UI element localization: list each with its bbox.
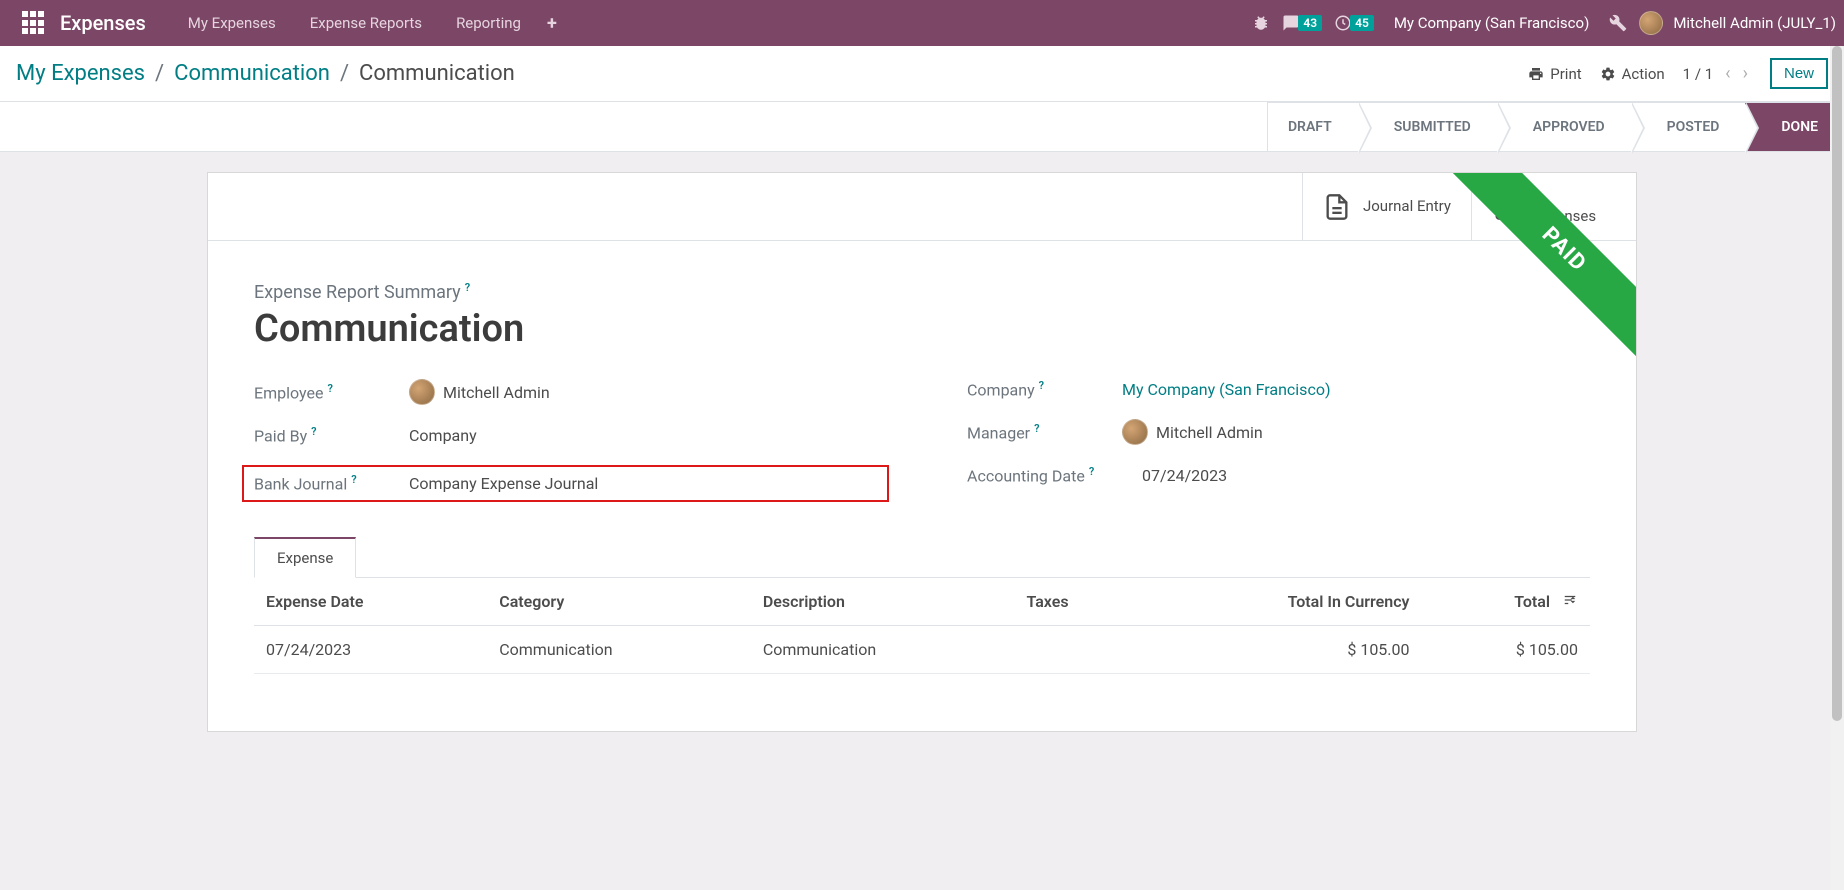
highlight-bank-journal: Bank Journal? Company Expense Journal <box>242 465 889 501</box>
value-bank-journal: Company Expense Journal <box>409 474 598 493</box>
breadcrumb-my-expenses[interactable]: My Expenses <box>16 61 145 86</box>
status-approved[interactable]: APPROVED <box>1497 102 1631 152</box>
help-icon[interactable]: ? <box>327 382 332 395</box>
tools-icon[interactable] <box>1609 14 1627 32</box>
help-icon[interactable]: ? <box>1039 379 1044 392</box>
help-icon[interactable]: ? <box>1034 422 1039 435</box>
activities-icon[interactable]: 45 <box>1334 14 1374 32</box>
print-button[interactable]: Print <box>1528 65 1581 83</box>
th-taxes[interactable]: Taxes <box>1014 578 1141 626</box>
th-total[interactable]: Total <box>1422 578 1591 626</box>
nav-menu: My Expenses Expense Reports Reporting <box>174 6 535 40</box>
avatar-icon <box>1122 419 1148 445</box>
status-posted[interactable]: POSTED <box>1631 102 1746 152</box>
help-icon[interactable]: ? <box>351 473 356 486</box>
nav-item-expense-reports[interactable]: Expense Reports <box>296 6 436 40</box>
help-icon[interactable]: ? <box>311 425 316 438</box>
status-submitted[interactable]: SUBMITTED <box>1358 102 1497 152</box>
avatar-icon <box>1639 11 1663 35</box>
nav-item-my-expenses[interactable]: My Expenses <box>174 6 290 40</box>
label-bank-journal: Bank Journal? <box>254 473 409 493</box>
value-company[interactable]: My Company (San Francisco) <box>1122 380 1331 399</box>
record-title: Communication <box>254 307 1590 351</box>
nav-item-reporting[interactable]: Reporting <box>442 6 535 40</box>
top-nav: Expenses My Expenses Expense Reports Rep… <box>0 0 1844 46</box>
pager-value[interactable]: 1 / 1 <box>1683 65 1714 83</box>
cell-total: $ 105.00 <box>1422 625 1591 673</box>
th-description[interactable]: Description <box>751 578 1015 626</box>
value-paid-by: Company <box>409 426 477 445</box>
help-icon[interactable]: ? <box>465 281 470 294</box>
label-company: Company? <box>967 379 1122 399</box>
summary-label: Expense Report Summary? <box>254 281 1590 303</box>
document-icon <box>1323 191 1351 223</box>
avatar-icon <box>409 379 435 405</box>
pager: 1 / 1 ‹ › <box>1683 63 1752 84</box>
label-employee: Employee? <box>254 382 409 402</box>
label-manager: Manager? <box>967 422 1122 442</box>
stat-journal-entry[interactable]: Journal Entry <box>1302 173 1471 240</box>
tabs: Expense <box>254 536 1590 578</box>
user-menu[interactable]: Mitchell Admin (JULY_1) <box>1639 11 1836 35</box>
scrollbar-thumb[interactable] <box>1832 46 1842 721</box>
tab-expense[interactable]: Expense <box>254 537 356 578</box>
th-category[interactable]: Category <box>487 578 751 626</box>
status-bar: DRAFT SUBMITTED APPROVED POSTED DONE <box>0 102 1844 152</box>
debug-icon[interactable] <box>1252 14 1270 32</box>
control-panel: My Expenses / Communication / Communicat… <box>0 46 1844 102</box>
pager-next-icon[interactable]: › <box>1739 63 1752 84</box>
status-draft[interactable]: DRAFT <box>1267 102 1358 152</box>
activities-badge: 45 <box>1350 15 1374 31</box>
messages-badge: 43 <box>1298 15 1322 31</box>
label-paid-by: Paid By? <box>254 425 409 445</box>
table-row[interactable]: 07/24/2023 Communication Communication $… <box>254 625 1590 673</box>
value-manager: Mitchell Admin <box>1122 419 1263 445</box>
breadcrumb: My Expenses / Communication / Communicat… <box>16 61 515 86</box>
gear-icon <box>1600 66 1616 82</box>
user-name: Mitchell Admin (JULY_1) <box>1673 14 1836 32</box>
company-selector[interactable]: My Company (San Francisco) <box>1394 14 1589 32</box>
value-accounting-date: 07/24/2023 <box>1142 466 1227 485</box>
breadcrumb-communication[interactable]: Communication <box>174 61 330 86</box>
help-icon[interactable]: ? <box>1089 465 1094 478</box>
app-brand[interactable]: Expenses <box>60 11 146 35</box>
apps-icon[interactable] <box>22 11 46 35</box>
expense-table: Expense Date Category Description Taxes … <box>254 578 1590 674</box>
form-sheet: Journal Entry 1 Expenses PAID Expense Re… <box>207 172 1637 732</box>
cell-category: Communication <box>487 625 751 673</box>
breadcrumb-active: Communication <box>359 61 515 86</box>
stat-buttons: Journal Entry 1 Expenses <box>208 173 1636 241</box>
cell-total-currency: $ 105.00 <box>1141 625 1421 673</box>
print-icon <box>1528 66 1544 82</box>
scrollbar[interactable] <box>1830 46 1844 890</box>
label-accounting-date: Accounting Date? <box>967 465 1142 485</box>
new-button[interactable]: New <box>1770 58 1828 89</box>
cell-taxes <box>1014 625 1141 673</box>
cell-date: 07/24/2023 <box>254 625 487 673</box>
th-date[interactable]: Expense Date <box>254 578 487 626</box>
nav-add-icon[interactable]: + <box>535 5 569 42</box>
pager-prev-icon[interactable]: ‹ <box>1721 63 1734 84</box>
messages-icon[interactable]: 43 <box>1282 14 1322 32</box>
options-icon[interactable] <box>1562 592 1578 611</box>
th-total-currency[interactable]: Total In Currency <box>1141 578 1421 626</box>
cell-description: Communication <box>751 625 1015 673</box>
action-button[interactable]: Action <box>1600 65 1665 83</box>
value-employee: Mitchell Admin <box>409 379 550 405</box>
